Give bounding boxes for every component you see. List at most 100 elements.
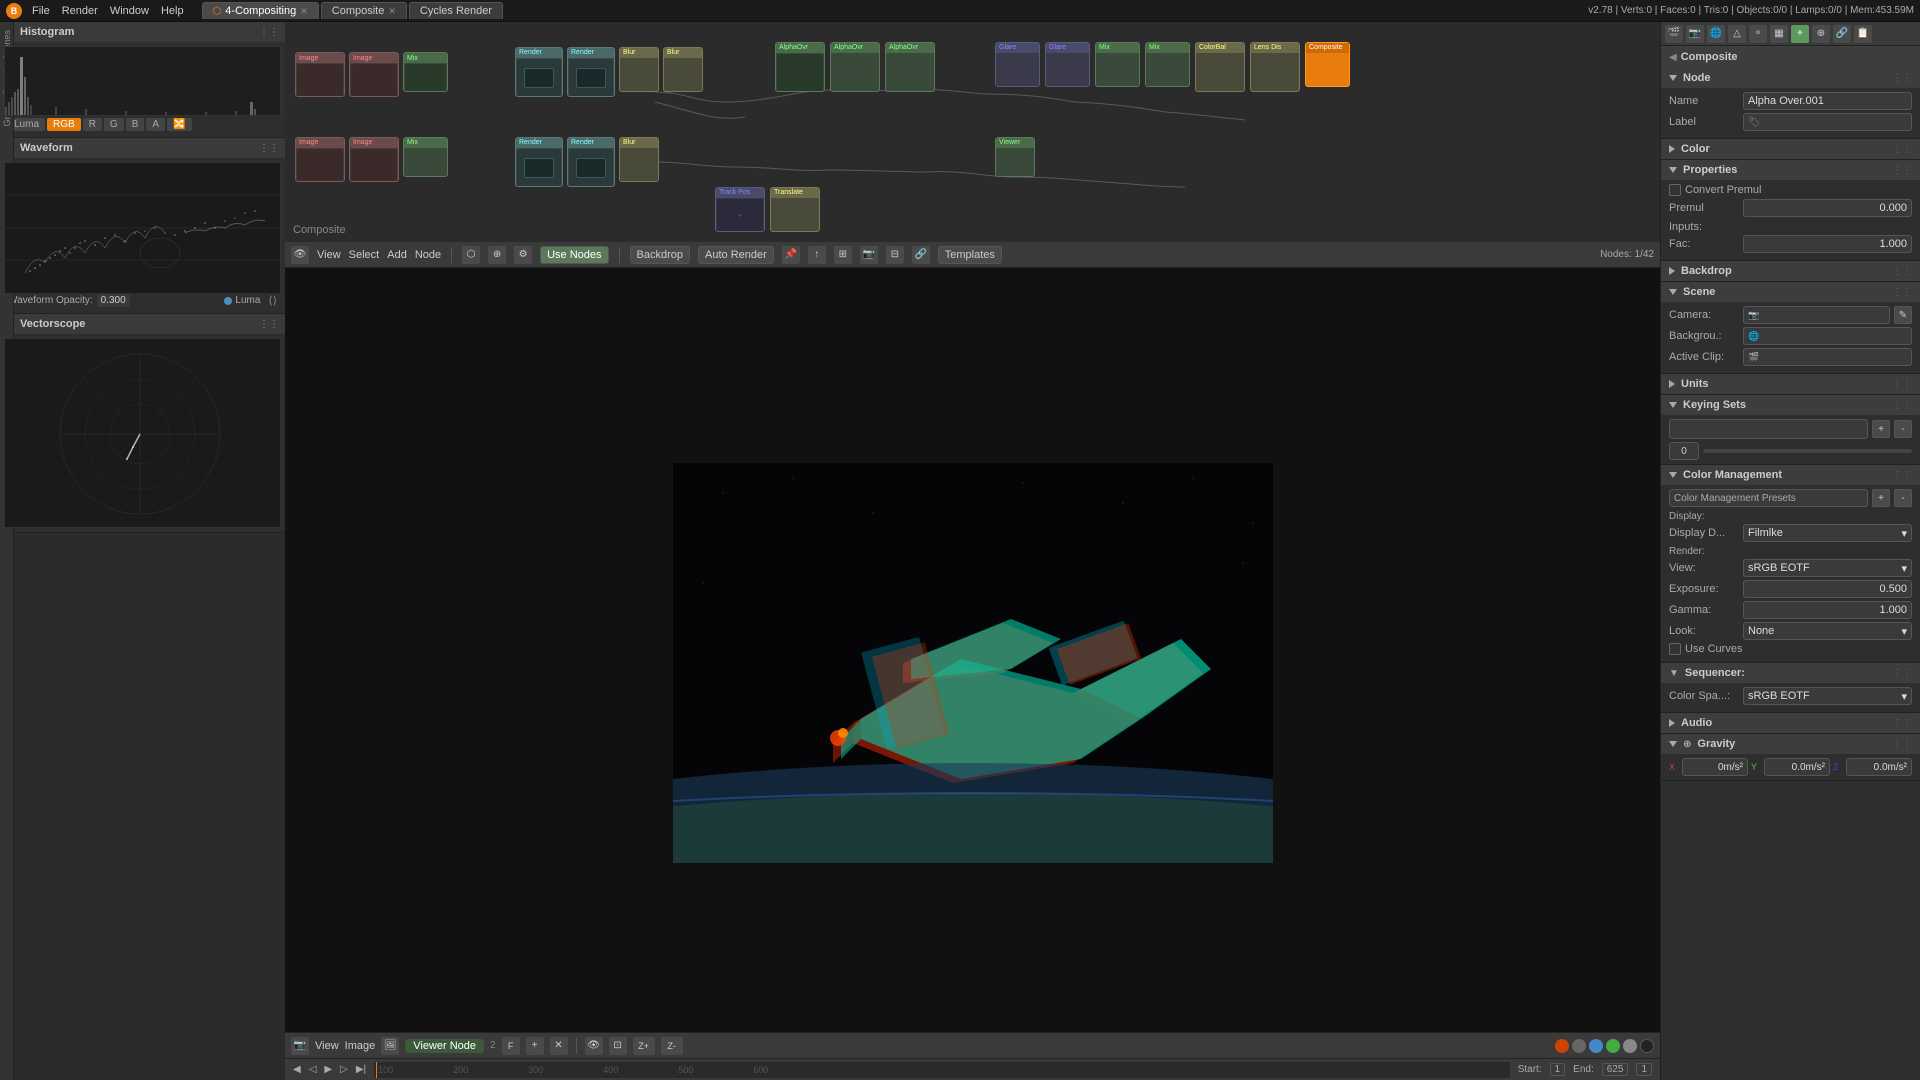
waveform-header[interactable]: Waveform ⋮⋮ <box>0 138 285 158</box>
rp-use-curves-checkbox[interactable] <box>1669 643 1681 655</box>
rp-audio-more[interactable]: ⋮⋮ <box>1892 718 1912 729</box>
rp-keying-value[interactable]: 0 <box>1669 442 1699 460</box>
hist-tab-rgb[interactable]: RGB <box>47 118 81 131</box>
timeline-end[interactable]: ▶| <box>356 1064 366 1075</box>
mini-node-9[interactable]: AlphaOvr <box>830 42 880 92</box>
rp-icon-data[interactable]: 📋 <box>1854 25 1872 43</box>
rp-fac-value[interactable]: 1.000 <box>1743 235 1912 253</box>
viewer-icon-z2[interactable]: Z- <box>661 1037 683 1055</box>
rp-units-header[interactable]: Units ⋮⋮ <box>1661 374 1920 394</box>
rp-backdrop-more[interactable]: ⋮⋮ <box>1892 266 1912 277</box>
rp-icon-constraint[interactable]: 🔗 <box>1833 25 1851 43</box>
rp-background-value[interactable]: 🌐 <box>1743 327 1912 345</box>
hist-tab-r[interactable]: R <box>83 118 102 131</box>
rp-audio-header[interactable]: Audio ⋮⋮ <box>1661 713 1920 733</box>
menu-help[interactable]: Help <box>161 5 184 17</box>
rp-cm-presets-remove[interactable]: - <box>1894 489 1912 507</box>
mini-node-r2-3[interactable]: Mix <box>403 137 448 177</box>
hist-tab-g[interactable]: G <box>104 118 124 131</box>
rp-props-more[interactable]: ⋮⋮ <box>1892 165 1912 176</box>
rp-icon-mat[interactable]: ⚬ <box>1749 25 1767 43</box>
rp-keying-remove[interactable]: - <box>1894 420 1912 438</box>
toolbar-icon-up[interactable]: ↑ <box>808 246 826 264</box>
mini-node-13[interactable]: Mix <box>1095 42 1140 87</box>
mini-node-r2-2[interactable]: Image <box>349 137 399 182</box>
viewer-icon-render[interactable]: ⊡ <box>609 1037 627 1055</box>
rp-keying-more[interactable]: ⋮⋮ <box>1892 400 1912 411</box>
tab-cycles[interactable]: Cycles Render <box>409 2 503 19</box>
histogram-header[interactable]: Histogram ⋮⋮ <box>0 22 285 42</box>
rp-gravity-y-value[interactable]: 0.0m/s² <box>1764 758 1830 776</box>
mini-node-r2-8[interactable]: Translate <box>770 187 820 232</box>
tab-close-composite[interactable]: ✕ <box>388 6 396 17</box>
rp-premul-value[interactable]: 0.000 <box>1743 199 1912 217</box>
toolbar-node-label[interactable]: Node <box>415 249 441 261</box>
rp-icon-render[interactable]: 📷 <box>1686 25 1704 43</box>
mini-node-15[interactable]: ColorBal <box>1195 42 1245 92</box>
backdrop-btn[interactable]: Backdrop <box>630 246 690 264</box>
rp-backdrop-header[interactable]: Backdrop ⋮⋮ <box>1661 261 1920 281</box>
rp-units-more[interactable]: ⋮⋮ <box>1892 379 1912 390</box>
viewer-color-red[interactable] <box>1555 1039 1569 1053</box>
mini-node-12[interactable]: Glare <box>1045 42 1090 87</box>
mini-node-1[interactable]: Image <box>295 52 345 97</box>
menu-file[interactable]: File <box>32 5 50 17</box>
rp-gravity-more[interactable]: ⋮⋮ <box>1892 739 1912 750</box>
mini-node-r2-6[interactable]: Blur <box>619 137 659 182</box>
rp-icon-physics[interactable]: ⊕ <box>1812 25 1830 43</box>
rp-icon-particle[interactable]: ✦ <box>1791 25 1809 43</box>
rp-icon-obj[interactable]: △ <box>1728 25 1746 43</box>
rp-node-label-input[interactable]: 🏷 <box>1743 113 1912 131</box>
mini-node-composite[interactable]: Composite <box>1305 42 1350 87</box>
menu-render[interactable]: Render <box>62 5 98 17</box>
rp-scene-header[interactable]: Scene ⋮⋮ <box>1661 282 1920 302</box>
rp-look-select[interactable]: None ▾ <box>1743 622 1912 640</box>
hist-tab-extra[interactable]: 🔀 <box>167 118 191 131</box>
mini-node-14[interactable]: Mix <box>1145 42 1190 87</box>
rp-camera-edit[interactable]: ✎ <box>1894 306 1912 324</box>
rp-gravity-z-value[interactable]: 0.0m/s² <box>1846 758 1912 776</box>
toolbar-icon-link[interactable]: 🔗 <box>912 246 930 264</box>
viewer-color-blue[interactable] <box>1589 1039 1603 1053</box>
mini-node-8[interactable]: AlphaOvr <box>775 42 825 92</box>
toolbar-icon-1[interactable]: ⬡ <box>462 246 480 264</box>
viewer-icon-type[interactable]: 🖼 <box>381 1037 399 1055</box>
rp-node-name-value[interactable]: Alpha Over.001 <box>1743 92 1912 110</box>
rp-node-header[interactable]: Node ⋮⋮ <box>1661 68 1920 88</box>
toolbar-add-label[interactable]: Add <box>387 249 407 261</box>
mini-node-r2-5[interactable]: Render <box>567 137 615 187</box>
rp-properties-header[interactable]: Properties ⋮⋮ <box>1661 160 1920 180</box>
timeline-next[interactable]: ▷ <box>340 1064 348 1075</box>
rp-active-clip-value[interactable]: 🎬 <box>1743 348 1912 366</box>
mini-node-r2-1[interactable]: Image <box>295 137 345 182</box>
rp-color-more[interactable]: ⋮⋮ <box>1892 144 1912 155</box>
use-nodes-btn[interactable]: Use Nodes <box>540 246 608 264</box>
timeline-scrubber[interactable]: 100 200 300 400 500 600 <box>374 1062 1510 1078</box>
templates-btn[interactable]: Templates <box>938 246 1002 264</box>
waveform-luma-btn[interactable]: Luma <box>224 295 260 306</box>
tab-close-compositing[interactable]: ✕ <box>300 6 308 17</box>
viewer-icon-camera[interactable]: 📷 <box>291 1037 309 1055</box>
viewer-icon-z1[interactable]: Z+ <box>633 1037 655 1055</box>
rp-view-select[interactable]: sRGB EOTF ▾ <box>1743 559 1912 577</box>
vectorscope-header[interactable]: Vectorscope ⋮⋮ <box>0 314 285 334</box>
rp-keying-slider[interactable] <box>1703 449 1912 453</box>
rp-keying-input[interactable] <box>1669 419 1868 439</box>
viewer-view-label[interactable]: View <box>315 1040 339 1052</box>
rp-color-mgmt-header[interactable]: Color Management ⋮⋮ <box>1661 465 1920 485</box>
viewer-color-gray[interactable] <box>1572 1039 1586 1053</box>
mini-node-6[interactable]: Blur <box>619 47 659 92</box>
rp-camera-value[interactable]: 📷 <box>1743 306 1890 324</box>
toolbar-icon-2[interactable]: ⊕ <box>488 246 506 264</box>
rp-gravity-header[interactable]: ⊕ Gravity ⋮⋮ <box>1661 734 1920 754</box>
mini-node-4[interactable]: Render <box>515 47 563 97</box>
viewer-color-black[interactable] <box>1640 1039 1654 1053</box>
toolbar-icon-grid[interactable]: ⊟ <box>886 246 904 264</box>
rp-scene-more[interactable]: ⋮⋮ <box>1892 287 1912 298</box>
rp-keying-sets-header[interactable]: Keying Sets ⋮⋮ <box>1661 395 1920 415</box>
rp-icon-tex[interactable]: ▦ <box>1770 25 1788 43</box>
mini-node-7[interactable]: Blur <box>663 47 703 92</box>
hist-tab-a[interactable]: A <box>146 118 165 131</box>
toolbar-select-label[interactable]: Select <box>349 249 380 261</box>
toolbar-icon-pin[interactable]: 📌 <box>782 246 800 264</box>
